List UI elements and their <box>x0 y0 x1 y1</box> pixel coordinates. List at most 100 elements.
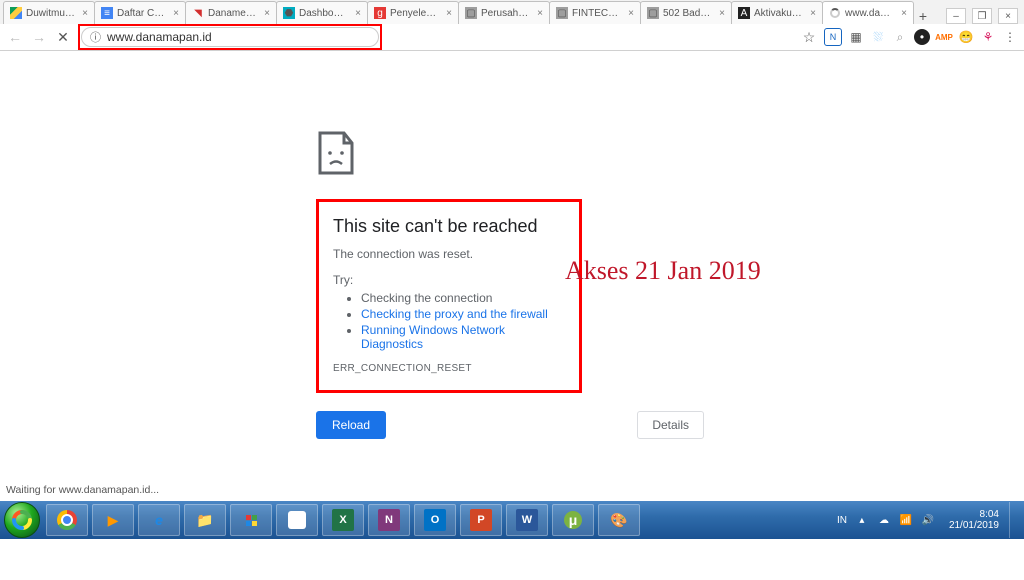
ext-icon[interactable]: • <box>914 29 930 45</box>
error-heading: This site can't be reached <box>333 216 563 237</box>
info-icon[interactable]: ⓘ <box>90 29 101 45</box>
close-icon[interactable]: × <box>717 8 727 19</box>
suggestion-check-connection: Checking the connection <box>361 291 563 305</box>
tab-danamapan[interactable]: www.danama × <box>822 1 914 24</box>
close-icon[interactable]: × <box>80 8 90 19</box>
link-check-proxy[interactable]: Checking the proxy and the firewall <box>361 307 548 321</box>
tab-label: 502 Bad Gate <box>663 8 713 19</box>
new-tab-button[interactable]: + <box>913 8 933 24</box>
windows-taskbar: ▶ e 📁 X N O P W μ 🎨 IN ▴ ☁ 📶 🔊 8:04 21/0… <box>0 501 1024 539</box>
start-button[interactable] <box>4 502 40 538</box>
ext-icon[interactable]: N <box>824 28 842 46</box>
task-chrome[interactable] <box>46 504 88 536</box>
sad-file-icon <box>316 131 356 175</box>
tab-aktivaku[interactable]: A Aktivaku Akti × <box>731 1 823 24</box>
close-icon[interactable]: × <box>262 8 272 19</box>
details-button[interactable]: Details <box>637 411 704 439</box>
error-subtitle: The connection was reset. <box>333 247 563 261</box>
clock-date: 21/01/2019 <box>949 520 999 531</box>
tray-network-icon[interactable]: 📶 <box>899 513 913 527</box>
try-label: Try: <box>333 273 563 287</box>
tray-onedrive-icon[interactable]: ☁ <box>877 513 891 527</box>
back-button: ← <box>6 28 24 46</box>
tray-volume-icon[interactable]: 🔊 <box>921 513 935 527</box>
window-restore[interactable]: ❐ <box>972 8 992 24</box>
url-highlight-box: ⓘ www.danamapan.id <box>78 24 382 50</box>
gdrive-icon <box>10 7 22 19</box>
close-icon[interactable]: × <box>808 8 818 19</box>
tray-clock[interactable]: 8:04 21/01/2019 <box>949 509 999 531</box>
task-word[interactable]: W <box>506 504 548 536</box>
tab-label: Duwitmu draf <box>26 8 76 19</box>
tab-label: Daftar Call Ce <box>117 8 167 19</box>
tab-label: Aktivaku Akti <box>754 8 804 19</box>
tab-502[interactable]: ▢ 502 Bad Gate × <box>640 1 732 24</box>
ext-apps-icon[interactable]: ▦ <box>848 29 864 45</box>
tab-label: Danamerdeka <box>208 8 258 19</box>
tab-label: Perusahaan Fi <box>481 8 531 19</box>
page-icon: ▢ <box>465 7 477 19</box>
task-ppt[interactable]: P <box>460 504 502 536</box>
task-utorrent[interactable]: μ <box>552 504 594 536</box>
tab-label: Penyelenggar <box>390 8 440 19</box>
tab-danamerdeka[interactable]: ◥ Danamerdeka × <box>185 1 277 24</box>
site-icon: ◥ <box>192 7 204 19</box>
error-message-box: This site can't be reached The connectio… <box>316 199 582 393</box>
window-close[interactable]: × <box>998 8 1018 24</box>
ext-amp-icon[interactable]: AMP <box>936 29 952 45</box>
task-onenote[interactable]: N <box>368 504 410 536</box>
window-minimize[interactable]: – <box>946 8 966 24</box>
task-wmp[interactable]: ▶ <box>92 504 134 536</box>
address-bar[interactable]: ⓘ www.danamapan.id <box>81 27 379 47</box>
status-bar: Waiting for www.danamapan.id... <box>2 483 163 497</box>
show-desktop-button[interactable] <box>1009 502 1020 538</box>
tab-daftar[interactable]: ≡ Daftar Call Ce × <box>94 1 186 24</box>
task-app[interactable] <box>276 504 318 536</box>
dash-icon: ⬣ <box>283 7 295 19</box>
tray-lang[interactable]: IN <box>837 515 847 526</box>
ext-icon[interactable]: ⚘ <box>980 29 996 45</box>
tab-perusahaan[interactable]: ▢ Perusahaan Fi × <box>458 1 550 24</box>
task-outlook[interactable]: O <box>414 504 456 536</box>
ext-icon[interactable]: ⌕ <box>892 29 908 45</box>
tab-dashboard[interactable]: ⬣ Dashboard - A × <box>276 1 368 24</box>
close-icon[interactable]: × <box>626 8 636 19</box>
close-icon[interactable]: × <box>899 8 909 19</box>
close-icon[interactable]: × <box>171 8 181 19</box>
loading-icon <box>829 7 841 19</box>
close-icon[interactable]: × <box>444 8 454 19</box>
tab-fintech[interactable]: ▢ FINTECH INDO × <box>549 1 641 24</box>
task-apps[interactable] <box>230 504 272 536</box>
url-text: www.danamapan.id <box>107 30 212 44</box>
ext-icon[interactable]: ⛆ <box>870 29 886 45</box>
browser-menu-icon[interactable]: ⋮ <box>1002 29 1018 45</box>
tab-label: www.danama <box>845 8 895 19</box>
reload-button[interactable]: Reload <box>316 411 386 439</box>
tab-duwitmu[interactable]: Duwitmu draf × <box>3 1 95 24</box>
error-code: ERR_CONNECTION_RESET <box>333 363 563 374</box>
site-icon: g <box>374 7 386 19</box>
page-icon: ▢ <box>556 7 568 19</box>
task-explorer[interactable]: 📁 <box>184 504 226 536</box>
clock-time: 8:04 <box>949 509 999 520</box>
show-hidden-icon[interactable]: ▴ <box>855 513 869 527</box>
doc-icon: ≡ <box>101 7 113 19</box>
close-icon[interactable]: × <box>535 8 545 19</box>
task-paint[interactable]: 🎨 <box>598 504 640 536</box>
bookmark-star-icon[interactable]: ☆ <box>800 28 818 46</box>
task-excel[interactable]: X <box>322 504 364 536</box>
link-run-diagnostics[interactable]: Running Windows Network Diagnostics <box>361 323 505 351</box>
annotation-text: Akses 21 Jan 2019 <box>565 256 761 286</box>
ext-icon[interactable]: 😁 <box>958 29 974 45</box>
close-icon[interactable]: × <box>353 8 363 19</box>
tab-label: FINTECH INDO <box>572 8 622 19</box>
tab-label: Dashboard - A <box>299 8 349 19</box>
page-icon: ▢ <box>647 7 659 19</box>
forward-button: → <box>30 28 48 46</box>
task-ie[interactable]: e <box>138 504 180 536</box>
extension-icons: N ▦ ⛆ ⌕ • AMP 😁 ⚘ ⋮ <box>824 28 1018 46</box>
tab-strip: Duwitmu draf × ≡ Daftar Call Ce × ◥ Danamerd… <box>0 0 1024 24</box>
site-icon: A <box>738 7 750 19</box>
stop-button[interactable]: ✕ <box>54 28 72 46</box>
tab-penyelenggar[interactable]: g Penyelenggar × <box>367 1 459 24</box>
